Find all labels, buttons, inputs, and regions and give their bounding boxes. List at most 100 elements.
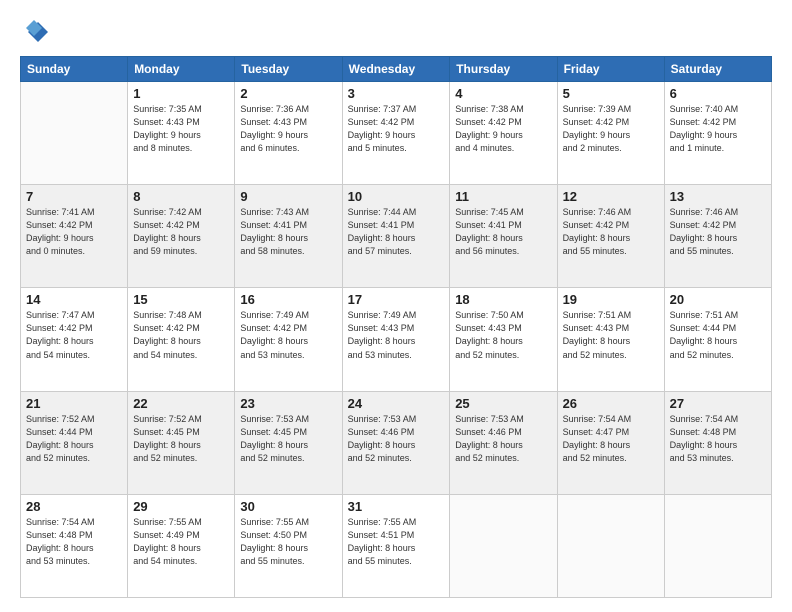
day-number: 23 bbox=[240, 396, 336, 411]
day-number: 14 bbox=[26, 292, 122, 307]
calendar-cell: 6Sunrise: 7:40 AM Sunset: 4:42 PM Daylig… bbox=[664, 82, 771, 185]
day-info: Sunrise: 7:51 AM Sunset: 4:44 PM Dayligh… bbox=[670, 309, 766, 361]
day-info: Sunrise: 7:53 AM Sunset: 4:46 PM Dayligh… bbox=[348, 413, 445, 465]
day-number: 22 bbox=[133, 396, 229, 411]
day-number: 19 bbox=[563, 292, 659, 307]
calendar: SundayMondayTuesdayWednesdayThursdayFrid… bbox=[20, 56, 772, 598]
calendar-cell bbox=[664, 494, 771, 597]
calendar-cell: 2 Sunrise: 7:36 AM Sunset: 4:43 PM Daylig… bbox=[235, 82, 342, 185]
day-info: Sunrise: 7:54 AM Sunset: 4:48 PM Dayligh… bbox=[26, 516, 122, 568]
day-info: Sunrise: 7:55 AM Sunset: 4:51 PM Dayligh… bbox=[348, 516, 445, 568]
day-info: Sunrise: 7:35 AM Sunset: 4:43 PM Dayligh… bbox=[133, 103, 229, 155]
calendar-cell: 3 Sunrise: 7:37 AM Sunset: 4:42 PM Daylig… bbox=[342, 82, 450, 185]
weekday-header-tuesday: Tuesday bbox=[235, 57, 342, 82]
day-info: Sunrise: 7:46 AM Sunset: 4:42 PM Dayligh… bbox=[670, 206, 766, 258]
day-number: 24 bbox=[348, 396, 445, 411]
day-info: Sunrise: 7:36 AM Sunset: 4:43 PM Dayligh… bbox=[240, 103, 336, 155]
calendar-cell: 20 Sunrise: 7:51 AM Sunset: 4:44 PM Dayli… bbox=[664, 288, 771, 391]
calendar-week-5: 28 Sunrise: 7:54 AM Sunset: 4:48 PM Dayli… bbox=[21, 494, 772, 597]
calendar-cell: 22Sunrise: 7:52 AM Sunset: 4:45 PM Dayli… bbox=[128, 391, 235, 494]
day-number: 2 bbox=[240, 86, 336, 101]
day-number: 29 bbox=[133, 499, 229, 514]
calendar-cell: 13 Sunrise: 7:46 AM Sunset: 4:42 PM Dayli… bbox=[664, 185, 771, 288]
calendar-cell: 21Sunrise: 7:52 AM Sunset: 4:44 PM Dayli… bbox=[21, 391, 128, 494]
calendar-cell bbox=[21, 82, 128, 185]
day-info: Sunrise: 7:46 AM Sunset: 4:42 PM Dayligh… bbox=[563, 206, 659, 258]
weekday-header-thursday: Thursday bbox=[450, 57, 557, 82]
day-info: Sunrise: 7:55 AM Sunset: 4:49 PM Dayligh… bbox=[133, 516, 229, 568]
day-info: Sunrise: 7:55 AM Sunset: 4:50 PM Dayligh… bbox=[240, 516, 336, 568]
day-number: 27 bbox=[670, 396, 766, 411]
day-info: Sunrise: 7:39 AM Sunset: 4:42 PM Dayligh… bbox=[563, 103, 659, 155]
calendar-cell: 11 Sunrise: 7:45 AM Sunset: 4:41 PM Dayli… bbox=[450, 185, 557, 288]
day-number: 26 bbox=[563, 396, 659, 411]
day-info: Sunrise: 7:53 AM Sunset: 4:46 PM Dayligh… bbox=[455, 413, 551, 465]
calendar-cell: 15Sunrise: 7:48 AM Sunset: 4:42 PM Dayli… bbox=[128, 288, 235, 391]
day-number: 30 bbox=[240, 499, 336, 514]
weekday-header-monday: Monday bbox=[128, 57, 235, 82]
day-number: 1 bbox=[133, 86, 229, 101]
day-number: 4 bbox=[455, 86, 551, 101]
calendar-cell: 9 Sunrise: 7:43 AM Sunset: 4:41 PM Daylig… bbox=[235, 185, 342, 288]
day-number: 10 bbox=[348, 189, 445, 204]
calendar-cell: 8 Sunrise: 7:42 AM Sunset: 4:42 PM Daylig… bbox=[128, 185, 235, 288]
day-number: 7 bbox=[26, 189, 122, 204]
day-number: 11 bbox=[455, 189, 551, 204]
day-number: 31 bbox=[348, 499, 445, 514]
day-number: 5 bbox=[563, 86, 659, 101]
weekday-header-friday: Friday bbox=[557, 57, 664, 82]
day-info: Sunrise: 7:38 AM Sunset: 4:42 PM Dayligh… bbox=[455, 103, 551, 155]
day-number: 25 bbox=[455, 396, 551, 411]
calendar-week-3: 14 Sunrise: 7:47 AM Sunset: 4:42 PM Dayli… bbox=[21, 288, 772, 391]
logo bbox=[20, 18, 52, 46]
calendar-cell: 18Sunrise: 7:50 AM Sunset: 4:43 PM Dayli… bbox=[450, 288, 557, 391]
calendar-cell: 23 Sunrise: 7:53 AM Sunset: 4:45 PM Dayli… bbox=[235, 391, 342, 494]
day-number: 20 bbox=[670, 292, 766, 307]
day-info: Sunrise: 7:40 AM Sunset: 4:42 PM Dayligh… bbox=[670, 103, 766, 155]
calendar-cell: 19Sunrise: 7:51 AM Sunset: 4:43 PM Dayli… bbox=[557, 288, 664, 391]
day-number: 16 bbox=[240, 292, 336, 307]
calendar-cell: 28 Sunrise: 7:54 AM Sunset: 4:48 PM Dayli… bbox=[21, 494, 128, 597]
logo-icon bbox=[20, 18, 48, 46]
day-info: Sunrise: 7:37 AM Sunset: 4:42 PM Dayligh… bbox=[348, 103, 445, 155]
calendar-cell: 27 Sunrise: 7:54 AM Sunset: 4:48 PM Dayli… bbox=[664, 391, 771, 494]
day-number: 9 bbox=[240, 189, 336, 204]
day-info: Sunrise: 7:54 AM Sunset: 4:47 PM Dayligh… bbox=[563, 413, 659, 465]
day-info: Sunrise: 7:53 AM Sunset: 4:45 PM Dayligh… bbox=[240, 413, 336, 465]
calendar-week-2: 7 Sunrise: 7:41 AM Sunset: 4:42 PM Daylig… bbox=[21, 185, 772, 288]
day-number: 12 bbox=[563, 189, 659, 204]
day-number: 8 bbox=[133, 189, 229, 204]
calendar-cell: 5 Sunrise: 7:39 AM Sunset: 4:42 PM Daylig… bbox=[557, 82, 664, 185]
day-info: Sunrise: 7:42 AM Sunset: 4:42 PM Dayligh… bbox=[133, 206, 229, 258]
calendar-cell: 17 Sunrise: 7:49 AM Sunset: 4:43 PM Dayli… bbox=[342, 288, 450, 391]
day-info: Sunrise: 7:50 AM Sunset: 4:43 PM Dayligh… bbox=[455, 309, 551, 361]
day-number: 3 bbox=[348, 86, 445, 101]
day-info: Sunrise: 7:43 AM Sunset: 4:41 PM Dayligh… bbox=[240, 206, 336, 258]
calendar-cell: 4 Sunrise: 7:38 AM Sunset: 4:42 PM Daylig… bbox=[450, 82, 557, 185]
calendar-cell: 14 Sunrise: 7:47 AM Sunset: 4:42 PM Dayli… bbox=[21, 288, 128, 391]
day-number: 17 bbox=[348, 292, 445, 307]
day-info: Sunrise: 7:47 AM Sunset: 4:42 PM Dayligh… bbox=[26, 309, 122, 361]
day-number: 21 bbox=[26, 396, 122, 411]
weekday-header-row: SundayMondayTuesdayWednesdayThursdayFrid… bbox=[21, 57, 772, 82]
day-info: Sunrise: 7:41 AM Sunset: 4:42 PM Dayligh… bbox=[26, 206, 122, 258]
calendar-cell: 31 Sunrise: 7:55 AM Sunset: 4:51 PM Dayli… bbox=[342, 494, 450, 597]
day-info: Sunrise: 7:45 AM Sunset: 4:41 PM Dayligh… bbox=[455, 206, 551, 258]
calendar-cell bbox=[557, 494, 664, 597]
day-info: Sunrise: 7:49 AM Sunset: 4:42 PM Dayligh… bbox=[240, 309, 336, 361]
page: SundayMondayTuesdayWednesdayThursdayFrid… bbox=[0, 0, 792, 612]
day-number: 13 bbox=[670, 189, 766, 204]
day-number: 28 bbox=[26, 499, 122, 514]
calendar-week-1: 1 Sunrise: 7:35 AM Sunset: 4:43 PM Daylig… bbox=[21, 82, 772, 185]
day-info: Sunrise: 7:49 AM Sunset: 4:43 PM Dayligh… bbox=[348, 309, 445, 361]
day-number: 15 bbox=[133, 292, 229, 307]
day-info: Sunrise: 7:54 AM Sunset: 4:48 PM Dayligh… bbox=[670, 413, 766, 465]
calendar-cell: 10 Sunrise: 7:44 AM Sunset: 4:41 PM Dayli… bbox=[342, 185, 450, 288]
calendar-cell: 25 Sunrise: 7:53 AM Sunset: 4:46 PM Dayli… bbox=[450, 391, 557, 494]
calendar-cell: 1 Sunrise: 7:35 AM Sunset: 4:43 PM Daylig… bbox=[128, 82, 235, 185]
weekday-header-sunday: Sunday bbox=[21, 57, 128, 82]
calendar-cell: 30 Sunrise: 7:55 AM Sunset: 4:50 PM Dayli… bbox=[235, 494, 342, 597]
weekday-header-saturday: Saturday bbox=[664, 57, 771, 82]
weekday-header-wednesday: Wednesday bbox=[342, 57, 450, 82]
day-info: Sunrise: 7:44 AM Sunset: 4:41 PM Dayligh… bbox=[348, 206, 445, 258]
